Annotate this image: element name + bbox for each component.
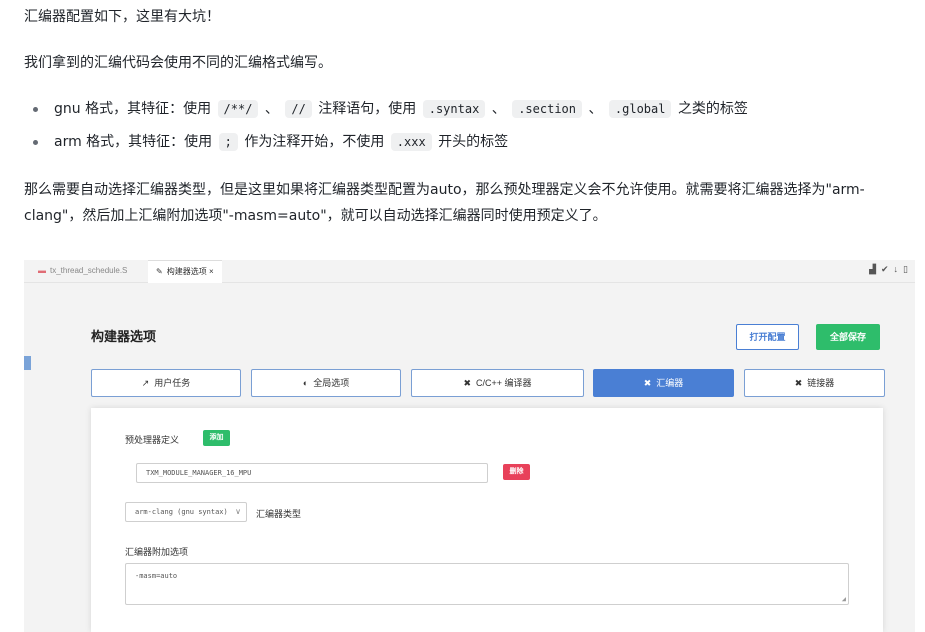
gutter-marker: [24, 356, 31, 370]
delete-define-button[interactable]: 删除: [503, 464, 530, 480]
assembler-settings-panel: 预处理器定义 添加 TXM_MODULE_MANAGER_16_MPU 删除 a…: [91, 408, 883, 632]
close-icon[interactable]: ×: [209, 267, 214, 276]
flash-icon[interactable]: ✔: [881, 264, 894, 274]
list-item-gnu: gnu 格式，其特征：使用 /**/ 、 // 注释语句，使用 .syntax …: [24, 96, 748, 129]
tab-cpp-compiler[interactable]: ✖ C/C++ 编译器: [411, 369, 584, 397]
paragraph-formats: 我们拿到的汇编代码会使用不同的汇编格式编写。: [24, 55, 332, 71]
assembler-type-select[interactable]: arm-clang (gnu syntax) ∨: [125, 502, 247, 522]
builder-options-screenshot: ▬ tx_thread_schedule.S ✎ 构建器选项 × ▟✔↓▯ 构建器选…: [24, 260, 915, 632]
code-snippet: .section: [512, 100, 582, 118]
list-item-arm: arm 格式，其特征：使用 ; 作为注释开始，不使用 .xxx 开头的标签: [24, 129, 748, 162]
tools-icon: ✖: [643, 378, 652, 388]
define-input[interactable]: TXM_MODULE_MANAGER_16_MPU: [136, 463, 488, 483]
build-icon[interactable]: ▟: [869, 264, 881, 274]
tab-linker[interactable]: ✖ 链接器: [744, 369, 885, 397]
save-all-button[interactable]: 全部保存: [816, 324, 880, 350]
format-list: gnu 格式，其特征：使用 /**/ 、 // 注释语句，使用 .syntax …: [24, 96, 748, 162]
wrench-icon: ✎: [156, 267, 163, 276]
page-title: 构建器选项: [91, 329, 157, 344]
add-define-button[interactable]: 添加: [203, 430, 230, 446]
code-snippet: /**/: [217, 100, 259, 118]
tab-assembler[interactable]: ✖ 汇编器: [593, 369, 734, 397]
tab-builder-options[interactable]: ✎ 构建器选项 ×: [148, 260, 222, 283]
code-snippet: .global: [608, 100, 672, 118]
globe-icon: ◐: [302, 378, 309, 388]
tab-user-tasks[interactable]: ↗ 用户任务: [91, 369, 241, 397]
tab-global-options[interactable]: ◐ 全局选项: [251, 369, 401, 397]
tools-icon: ✖: [463, 378, 472, 388]
arrow-icon: ↗: [141, 378, 150, 388]
resize-handle-icon[interactable]: ◢: [842, 595, 846, 603]
toolbar-icons: ▟✔↓▯: [869, 264, 913, 275]
editor-tab-bar: ▬ tx_thread_schedule.S ✎ 构建器选项 × ▟✔↓▯: [24, 260, 915, 283]
preprocessor-label: 预处理器定义: [125, 435, 180, 445]
asm-file-icon: ▬: [38, 266, 46, 275]
panel-icon[interactable]: ▯: [903, 264, 913, 274]
code-snippet: ;: [218, 133, 238, 151]
paragraph-solution: 那么需要自动选择汇编器类型，但是这里如果将汇编器类型配置为auto，那么预处理器…: [24, 182, 865, 224]
extra-options-textarea[interactable]: -masm=auto ◢: [125, 563, 849, 605]
assembler-type-label: 汇编器类型: [256, 509, 302, 519]
tools-icon: ✖: [794, 378, 803, 388]
code-snippet: //: [285, 100, 312, 118]
chevron-down-icon: ∨: [233, 503, 241, 521]
code-snippet: .syntax: [422, 100, 486, 118]
extra-options-label: 汇编器附加选项: [125, 547, 189, 557]
code-snippet: .xxx: [390, 133, 432, 151]
open-config-button[interactable]: 打开配置: [736, 324, 799, 350]
download-icon[interactable]: ↓: [894, 264, 904, 274]
paragraph-intro: 汇编器配置如下，这里有大坑！: [24, 9, 220, 25]
tab-schedule-file[interactable]: ▬ tx_thread_schedule.S: [38, 260, 127, 282]
